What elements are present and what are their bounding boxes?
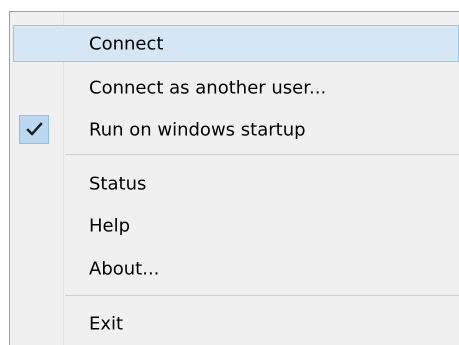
menu-separator [65, 295, 459, 296]
menu-item-run-on-windows-startup[interactable]: Run on windows startup [12, 111, 459, 148]
menu-item-label: Run on windows startup [89, 119, 306, 140]
menu-item-label: Connect as another user... [89, 77, 327, 98]
menu-item-connect-as-another-user[interactable]: Connect as another user... [12, 69, 459, 106]
menu-item-label: About... [89, 258, 160, 279]
menu-item-label: Help [89, 215, 131, 236]
menu-item-status[interactable]: Status [12, 165, 459, 202]
menu-item-label: Connect [89, 33, 164, 54]
menu-item-label: Status [89, 173, 147, 194]
context-menu: Connect Connect as another user... Run o… [9, 11, 459, 345]
menu-item-exit[interactable]: Exit [12, 305, 459, 342]
menu-item-help[interactable]: Help [12, 207, 459, 244]
menu-item-label: Exit [89, 313, 124, 334]
menu-item-connect[interactable]: Connect [13, 25, 459, 62]
check-icon [19, 115, 49, 144]
menu-separator [65, 154, 459, 155]
menu-item-about[interactable]: About... [12, 250, 459, 287]
